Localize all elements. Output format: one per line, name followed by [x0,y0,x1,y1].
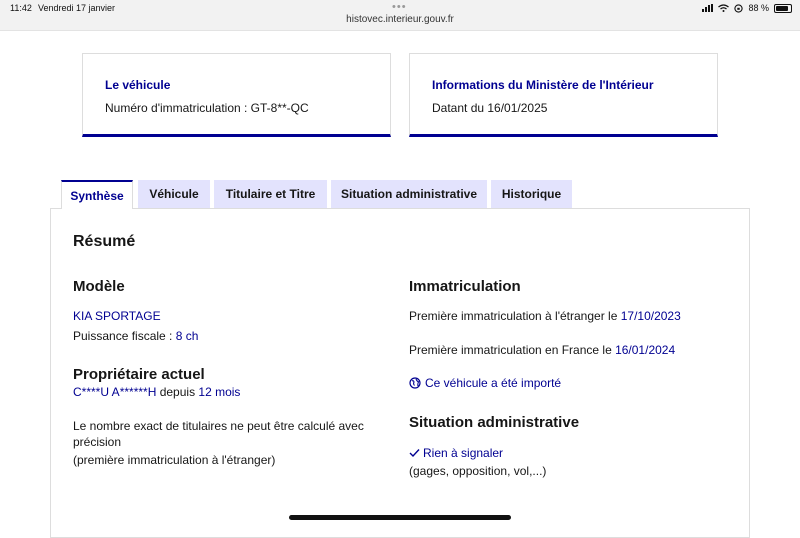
foreign-registration: Première immatriculation à l'étranger le… [409,309,681,323]
home-indicator[interactable] [289,515,511,520]
address-bar[interactable]: histovec.interieur.gouv.fr [0,14,800,25]
fiscal-power-value: 8 ch [175,329,199,343]
france-registration: Première immatriculation en France le 16… [409,343,675,357]
fiscal-power-label: Puissance fiscale : [73,329,176,343]
owner-note-line3: (première immatriculation à l'étranger) [73,453,276,467]
signal-icon [702,4,714,12]
tab-synthese[interactable]: Synthèse [61,180,133,209]
fiscal-power: Puissance fiscale : 8 ch [73,329,198,343]
model-name: KIA SPORTAGE [73,309,161,323]
foreign-registration-label: Première immatriculation à l'étranger le [409,309,621,323]
ministry-date-value: 16/01/2025 [487,101,548,115]
tab-vehicule[interactable]: Véhicule [138,180,210,208]
admin-heading: Situation administrative [409,414,580,431]
summary-title: Résumé [73,233,136,250]
owner-since-value: 12 mois [198,385,241,399]
admin-status-text: Rien à signaler [423,446,504,460]
tab-situation-administrative[interactable]: Situation administrative [331,180,487,208]
admin-detail: (gages, opposition, vol,...) [409,464,547,478]
imported-notice: Ce véhicule a été importé [409,376,561,390]
plate-info: Numéro d'immatriculation : GT-8**-QC [105,101,309,115]
owner-name: C****U A******H [73,385,157,399]
status-bar: 11:42 Vendredi 17 janvier ••• histovec.i… [0,0,800,31]
owner-since-label: depuis [156,385,199,399]
ministry-date-info: Datant du 16/01/2025 [432,101,547,115]
imported-text: Ce véhicule a été importé [425,376,562,390]
tab-titulaire-titre[interactable]: Titulaire et Titre [214,180,327,208]
ministry-card-title: Informations du Ministère de l'Intérieur [432,78,654,92]
status-icons: 88 % [702,3,792,13]
owner-info: C****U A******H depuis 12 mois [73,385,240,399]
battery-level: 88 % [748,3,769,13]
date: Vendredi 17 janvier [38,3,116,13]
synthese-panel: Résumé Modèle KIA SPORTAGE Puissance fis… [50,208,750,538]
wifi-icon [718,4,730,12]
foreign-registration-date: 17/10/2023 [620,309,681,323]
owner-heading: Propriétaire actuel [73,366,205,383]
ministry-card: Informations du Ministère de l'Intérieur… [409,53,718,137]
battery-icon [774,3,792,13]
checkmark-icon [409,449,420,458]
france-registration-date: 16/01/2024 [615,343,676,357]
owner-note-line1: Le nombre exact de titulaires ne peut êt… [73,419,364,433]
admin-status: Rien à signaler [409,446,503,460]
plate-value: GT-8**-QC [250,101,309,115]
plate-label: Numéro d'immatriculation : [105,101,251,115]
orientation-lock-icon [734,3,744,13]
vehicle-card: Le véhicule Numéro d'immatriculation : G… [82,53,391,137]
ministry-date-label: Datant du [432,101,488,115]
clock: 11:42 [10,3,32,13]
more-dots-icon[interactable]: ••• [392,1,407,13]
registration-heading: Immatriculation [409,278,521,295]
vehicle-card-title: Le véhicule [105,78,171,92]
france-registration-label: Première immatriculation en France le [409,343,616,357]
globe-icon [409,377,421,389]
model-heading: Modèle [73,278,125,295]
owner-note-line2: précision [73,435,122,449]
tab-historique[interactable]: Historique [491,180,572,208]
